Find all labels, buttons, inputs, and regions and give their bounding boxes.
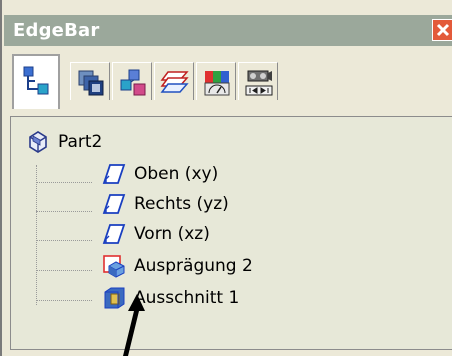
arrow-pointer [123, 294, 145, 356]
feature-tree-icon [23, 66, 49, 95]
edgebar-panel: EdgeBar Part2 Oben (xy) Rechts (yz) Vorn… [0, 0, 452, 356]
tab-feature-tree[interactable] [12, 54, 60, 109]
